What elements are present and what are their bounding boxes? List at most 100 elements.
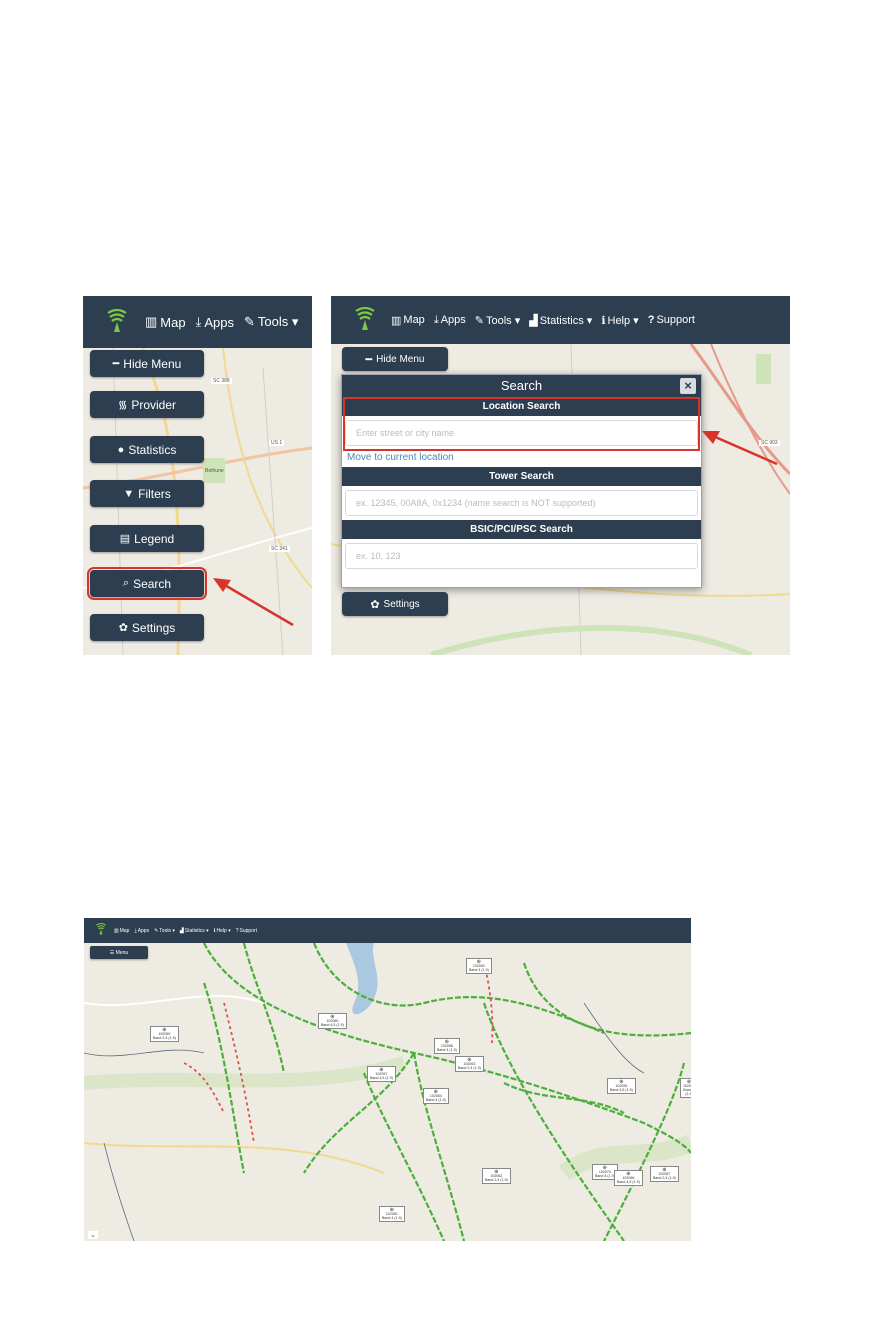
provider-button[interactable]: ᯾ Provider (90, 391, 204, 418)
user-icon: ● (117, 443, 125, 456)
map-road-label: US 1 (269, 440, 285, 446)
minus-icon: ━ (112, 358, 120, 370)
tower-band-info: Band 2,4 (1.9) (153, 1036, 176, 1040)
question-icon: ? (647, 314, 655, 326)
bar-chart-icon: ▟ (529, 314, 538, 327)
tower-marker[interactable]: ⊕102064Band 4 (1.9) (680, 1078, 691, 1098)
filters-button[interactable]: ▼ Filters (90, 480, 204, 507)
bottom-screenshot: ▥ Map ⤓ Apps ✎ Tools ▾ ▟ Statistics ▾ ℹ … (84, 918, 691, 1241)
gear-icon: ✿ (118, 622, 128, 634)
right-screenshot: ▥ Map ⤓ Apps ✎ Tools ▾ ▟ Statistics ▾ ℹ … (331, 296, 790, 655)
tower-band-info: Band 2,4 (1.9) (458, 1066, 481, 1070)
legend-button[interactable]: ▤ Legend (90, 525, 204, 552)
search-icon: ⌕ (122, 577, 130, 589)
tower-band-info: Band 4 (1.9) (437, 1048, 457, 1052)
top-navbar: ▥ Map ⤓ Apps ✎ Tools ▾ ▟ Statistics ▾ ℹ … (331, 296, 790, 344)
hide-menu-button[interactable]: ━ Hide Menu (90, 350, 204, 377)
tower-band-info: Band 4 (1.9) (469, 968, 489, 972)
tower-marker[interactable]: ⊕ 102052 Band 4 (1.9) (466, 958, 492, 974)
bar-chart-icon: ▟ (179, 927, 184, 934)
tower-marker[interactable]: ⊕ 102066 Band 4,5 (1.9) (614, 1170, 643, 1186)
minus-icon: ━ (365, 353, 373, 366)
red-arrow-icon (213, 578, 294, 627)
nav-tools[interactable]: ✎ Tools ▾ (154, 928, 175, 934)
location-search-highlight (343, 397, 700, 451)
tower-band-info: Band 4,5 (1.9) (610, 1088, 633, 1092)
nav-map[interactable]: ▥ Map (145, 314, 186, 330)
nav-tools[interactable]: ✎ Tools ▾ (244, 314, 298, 330)
bsic-search-header: BSIC/PCI/PSC Search (342, 520, 701, 539)
filter-icon: ▼ (123, 487, 135, 500)
wrench-icon: ✎ (154, 927, 159, 934)
gear-icon: ✿ (370, 598, 380, 611)
wrench-icon: ✎ (474, 314, 484, 327)
question-icon: ? (235, 927, 239, 934)
nav-statistics[interactable]: ▟ Statistics ▾ (529, 314, 592, 327)
nav-map[interactable]: ▥ Map (114, 928, 129, 934)
tower-marker[interactable]: ⊕ 102067 Band 2,4 (1.9) (650, 1166, 679, 1182)
menu-button[interactable]: ☰ Menu (90, 946, 148, 959)
map-town-label: Bethune (205, 468, 224, 474)
logo-icon[interactable] (96, 922, 106, 940)
logo-icon[interactable] (107, 307, 127, 338)
bsic-search-input[interactable]: ex. 10, 123 (345, 543, 698, 569)
nav-statistics[interactable]: ▟ Statistics ▾ (180, 928, 209, 934)
tower-marker[interactable]: ⊕ 102060 Band 4,5 (1.9) (318, 1013, 347, 1029)
nav-help[interactable]: ℹ Help ▾ (214, 928, 231, 934)
tower-icon: ᯾ (117, 399, 128, 411)
settings-button[interactable]: ✿ Settings (90, 614, 204, 641)
nav-support[interactable]: ? Support (236, 928, 257, 934)
nav-apps[interactable]: ⤓ Apps (434, 314, 466, 327)
tower-marker[interactable]: ⊕ 102063 Band 2,4 (1.9) (455, 1056, 484, 1072)
tower-band-info: Band 2,4 (1.9) (653, 1176, 676, 1180)
tower-band-info: Band 4 (1.9) (683, 1088, 691, 1096)
tower-marker[interactable]: ⊕ 102061 Band 4 (1.9) (379, 1206, 405, 1222)
download-icon: ⤓ (134, 927, 137, 934)
tower-search-input[interactable]: ex. 12345, 00A8A, 0x1234 (name search is… (345, 490, 698, 516)
red-arrow-icon (702, 431, 778, 466)
tower-marker[interactable]: ⊕ 102059 Band 2,4 (1.9) (150, 1026, 179, 1042)
nav-map[interactable]: ▥ Map (391, 314, 425, 327)
close-icon[interactable]: × (680, 378, 696, 394)
nav-apps[interactable]: ⤓ Apps (134, 928, 149, 934)
map-icon: ▥ (391, 314, 402, 327)
info-icon: ℹ (213, 927, 216, 934)
statistics-button[interactable]: ● Statistics (90, 436, 204, 463)
tower-band-info: Band 4,5 (1.9) (370, 1076, 393, 1080)
tower-band-info: Band 4 (1.9) (382, 1216, 402, 1220)
map-icon: ▥ (114, 927, 119, 934)
tower-marker[interactable]: ⊕ 102058 Band 4 (1.9) (434, 1038, 460, 1054)
left-screenshot: ▥ Map ⤓ Apps ✎ Tools ▾ SC 388 US 1 SC 34… (83, 296, 312, 655)
tower-band-info: Band 2,4 (1.9) (485, 1178, 508, 1182)
search-button[interactable]: ⌕ Search (87, 567, 207, 600)
tower-band-info: Band 4 (1.9) (426, 1098, 446, 1102)
tower-band-info: Band 4,5 (1.9) (617, 1180, 640, 1184)
current-location-link[interactable]: Move to current location (342, 450, 701, 467)
logo-icon[interactable] (355, 305, 375, 336)
map-road-label: SC 388 (211, 378, 232, 384)
map-road-label: SC 341 (269, 546, 290, 552)
top-navbar: ▥ Map ⤓ Apps ✎ Tools ▾ ▟ Statistics ▾ ℹ … (84, 918, 691, 943)
info-icon: ℹ (601, 314, 606, 327)
map-icon: ▥ (145, 314, 158, 329)
tower-marker[interactable]: ⊕ 102054 Band 4 (1.9) (423, 1088, 449, 1104)
top-navbar: ▥ Map ⤓ Apps ✎ Tools ▾ (83, 296, 312, 348)
tower-marker[interactable]: ⊕ 102062 Band 2,4 (1.9) (482, 1168, 511, 1184)
zoom-chevron-icon[interactable]: ⌄ (88, 1231, 98, 1239)
wrench-icon: ✎ (243, 314, 255, 329)
download-icon: ⤓ (195, 314, 202, 329)
book-icon: ▤ (119, 533, 131, 545)
tower-band-info: Band 4,5 (1.9) (321, 1023, 344, 1027)
download-icon: ⤓ (433, 313, 439, 326)
tower-band-info: Band 4 (1.9) (595, 1174, 615, 1178)
tower-search-header: Tower Search (342, 467, 701, 486)
tower-marker[interactable]: ⊕ 102055 Band 4,5 (1.9) (607, 1078, 636, 1094)
hide-menu-button[interactable]: ━ Hide Menu (342, 347, 448, 371)
nav-help[interactable]: ℹ Help ▾ (601, 314, 638, 327)
coverage-map[interactable] (84, 943, 691, 1241)
settings-button[interactable]: ✿ Settings (342, 592, 448, 616)
nav-support[interactable]: ? Support (648, 314, 695, 326)
nav-tools[interactable]: ✎ Tools ▾ (475, 314, 520, 327)
tower-marker[interactable]: ⊕ 102057 Band 4,5 (1.9) (367, 1066, 396, 1082)
nav-apps[interactable]: ⤓ Apps (196, 314, 234, 330)
